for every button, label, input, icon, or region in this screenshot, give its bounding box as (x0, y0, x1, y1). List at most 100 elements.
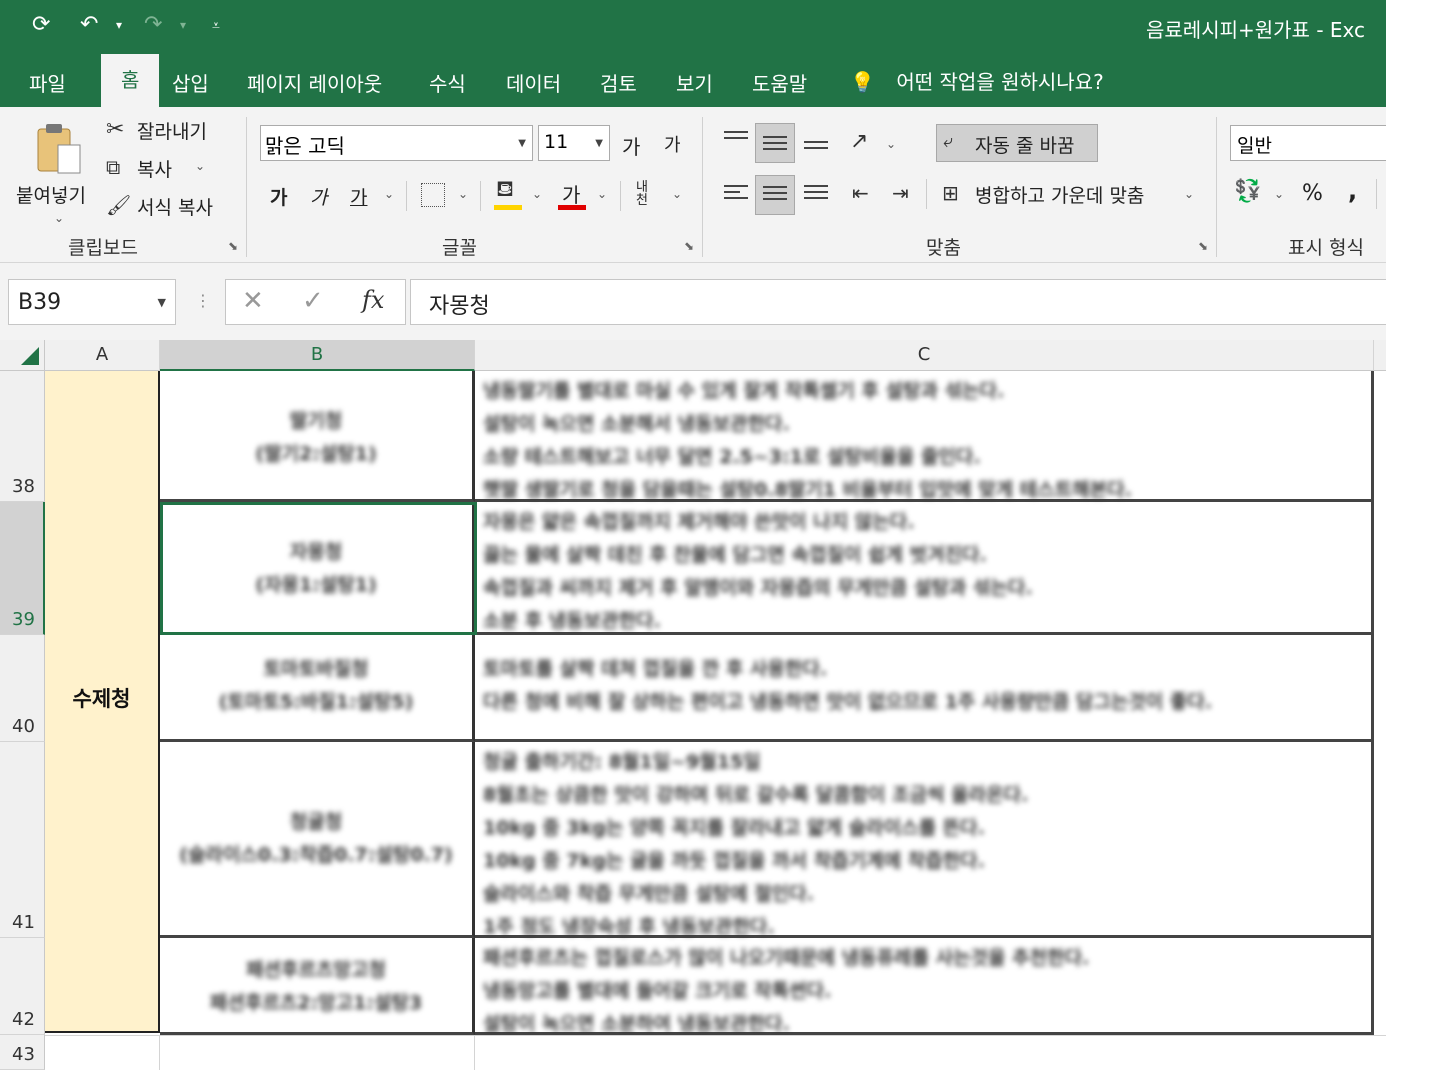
recipe-step: 8월초는 상큼한 맛이 강하며 뒤로 갈수록 달콤함이 조금씩 올라온다. (483, 784, 1029, 806)
tab-page-layout[interactable]: 페이지 레이아웃 (247, 68, 382, 97)
number-format-select[interactable]: 일반 (1230, 125, 1386, 161)
borders-dropdown-icon[interactable]: ⌄ (458, 187, 468, 201)
row-header-42[interactable]: 42 (0, 938, 45, 1035)
autosave-icon[interactable]: ⟳ (32, 12, 50, 37)
number-format-value: 일반 (1237, 135, 1272, 157)
column-header-c[interactable]: C (475, 340, 1374, 371)
grow-font-button[interactable]: 가 (622, 131, 640, 160)
font-size-select[interactable]: 11 ▼ (538, 125, 610, 161)
tab-review[interactable]: 검토 (600, 68, 637, 97)
wrap-text-button[interactable]: ⤶ 자동 줄 바꿈 (936, 124, 1098, 162)
font-color-button[interactable]: 가 (562, 179, 580, 208)
separator (1216, 117, 1217, 257)
scissors-icon[interactable]: ✂ (106, 117, 124, 142)
row-header-43[interactable]: 43 (0, 1035, 45, 1070)
underline-dropdown-icon[interactable]: ⌄ (384, 187, 394, 201)
tab-help[interactable]: 도움말 (752, 68, 807, 97)
phonetic-dropdown-icon[interactable]: ⌄ (672, 187, 682, 201)
merge-center-button[interactable]: 병합하고 가운데 맞춤 (975, 181, 1144, 208)
row-header-38[interactable]: 38 (0, 371, 45, 502)
row-header-41[interactable]: 41 (0, 742, 45, 938)
column-header-d[interactable] (1374, 340, 1386, 371)
paste-button[interactable]: 붙여넣기 ⌄ (14, 117, 100, 227)
merge-center-icon[interactable]: ⊞ (942, 181, 959, 205)
cut-button[interactable]: 잘라내기 (137, 117, 207, 144)
redo-icon[interactable]: ↷ (144, 12, 162, 37)
orientation-icon[interactable]: ↗ (850, 129, 868, 154)
select-all-button[interactable] (0, 340, 45, 371)
cancel-icon[interactable]: ✕ (242, 286, 264, 316)
separator (702, 117, 703, 257)
row-header-40[interactable]: 40 (0, 635, 45, 742)
cell-b38[interactable]: 딸기청 (딸기2:설탕1) (160, 371, 475, 502)
formula-input[interactable]: 자몽청 (410, 279, 1386, 325)
tab-insert[interactable]: 삽입 (172, 68, 209, 97)
cell-c40[interactable]: 토마토를 살짝 데쳐 껍질을 깐 후 사용한다. 다른 청에 비해 잘 상하는 … (475, 635, 1374, 742)
insert-function-icon[interactable]: fx (362, 286, 384, 314)
tell-me-search[interactable]: 💡 어떤 작업을 원하시나요? (850, 66, 1104, 95)
font-family-select[interactable]: 맑은 고딕 ▼ (260, 125, 533, 161)
font-color-dropdown-icon[interactable]: ⌄ (597, 187, 607, 201)
phonetic-button[interactable]: 내천 (636, 181, 656, 207)
customize-qat-icon[interactable]: ⩡ (212, 18, 220, 34)
undo-dropdown-icon[interactable]: ▾ (116, 18, 122, 32)
format-painter-icon[interactable]: 🖌 (106, 193, 131, 217)
accounting-dropdown-icon[interactable]: ⌄ (1274, 187, 1284, 201)
enter-icon[interactable]: ✓ (302, 286, 324, 316)
paste-dropdown-icon[interactable]: ⌄ (54, 211, 64, 225)
tab-file[interactable]: 파일 (29, 68, 66, 97)
cell-a38-merged[interactable]: 수제청 (45, 371, 160, 1033)
decrease-indent-icon[interactable]: ⇤ (852, 181, 869, 205)
align-center-button[interactable] (755, 175, 795, 215)
percent-button[interactable]: % (1302, 181, 1323, 206)
cell-c42[interactable]: 패션후르츠는 껍질로스가 많이 나오기때문에 냉동퓨레를 사는것을 추천한다. … (475, 938, 1374, 1035)
cell-b41[interactable]: 청귤청 (슬라이스0.3:착즙0.7:설탕0.7) (160, 742, 475, 938)
tab-data[interactable]: 데이터 (506, 68, 561, 97)
cell-b42[interactable]: 패션후르츠망고청 패션후르츠2:망고1:설탕3 (160, 938, 475, 1035)
cell-b40[interactable]: 토마토바질청 (토마토5:바질1:설탕5) (160, 635, 475, 742)
alignment-launcher-icon[interactable]: ⬊ (1198, 239, 1208, 253)
copy-icon[interactable]: ⧉ (106, 155, 120, 179)
underline-button[interactable]: 가 (350, 183, 367, 210)
row-43-cells[interactable] (45, 1035, 1386, 1070)
fill-color-dropdown-icon[interactable]: ⌄ (532, 187, 542, 201)
tab-home[interactable]: 홈 (101, 54, 160, 107)
align-left-icon[interactable] (724, 185, 748, 203)
merge-dropdown-icon[interactable]: ⌄ (1184, 187, 1194, 201)
accounting-format-icon[interactable]: 💱 (1234, 179, 1261, 204)
borders-icon[interactable] (421, 183, 445, 207)
align-middle-icon (763, 136, 787, 154)
undo-icon[interactable]: ↶ (80, 12, 98, 37)
lightbulb-icon: 💡 (850, 70, 875, 94)
fill-color-icon[interactable]: ⛾ (496, 177, 514, 205)
row-header-39[interactable]: 39 (0, 502, 45, 635)
align-bottom-icon[interactable] (804, 141, 828, 153)
row-number: 40 (12, 716, 35, 737)
recipe-name: 청귤청 (289, 811, 343, 833)
align-middle-button[interactable] (755, 123, 795, 163)
separator (406, 181, 407, 211)
copy-dropdown-icon[interactable]: ⌄ (195, 159, 205, 173)
orientation-dropdown-icon[interactable]: ⌄ (886, 137, 896, 151)
cell-c38[interactable]: 냉동딸기를 별대로 마실 수 있게 잘게 작톡썰기 후 설탕과 섞는다. 설탕이… (475, 371, 1374, 502)
cell-c39[interactable]: 자몽은 얇은 속껍질까지 제거해야 쓴맛이 나지 않는다. 끓는 물에 살짝 데… (475, 502, 1374, 635)
shrink-font-button[interactable]: 가 (664, 131, 681, 157)
bold-button[interactable]: 가 (270, 183, 287, 210)
copy-button[interactable]: 복사 (137, 155, 172, 182)
comma-style-button[interactable]: , (1348, 177, 1357, 205)
align-right-icon[interactable] (804, 185, 828, 203)
redo-dropdown-icon[interactable]: ▾ (180, 18, 186, 32)
clipboard-launcher-icon[interactable]: ⬊ (228, 239, 238, 253)
column-header-b[interactable]: B (160, 340, 475, 371)
format-painter-button[interactable]: 서식 복사 (137, 193, 213, 220)
tab-view[interactable]: 보기 (676, 68, 713, 97)
column-header-a[interactable]: A (45, 340, 160, 371)
align-top-icon[interactable] (724, 131, 748, 143)
tab-formulas[interactable]: 수식 (429, 68, 466, 97)
cell-c41[interactable]: 청귤 출하기간: 8월1일~9월15일 8월초는 상큼한 맛이 강하며 뒤로 갈… (475, 742, 1374, 938)
increase-indent-icon[interactable]: ⇥ (892, 181, 909, 205)
splitter-icon[interactable]: ⋮ (195, 291, 211, 310)
italic-button[interactable]: 가 (310, 183, 327, 210)
font-launcher-icon[interactable]: ⬊ (684, 239, 694, 253)
name-box[interactable]: B39 ▼ (8, 279, 176, 325)
